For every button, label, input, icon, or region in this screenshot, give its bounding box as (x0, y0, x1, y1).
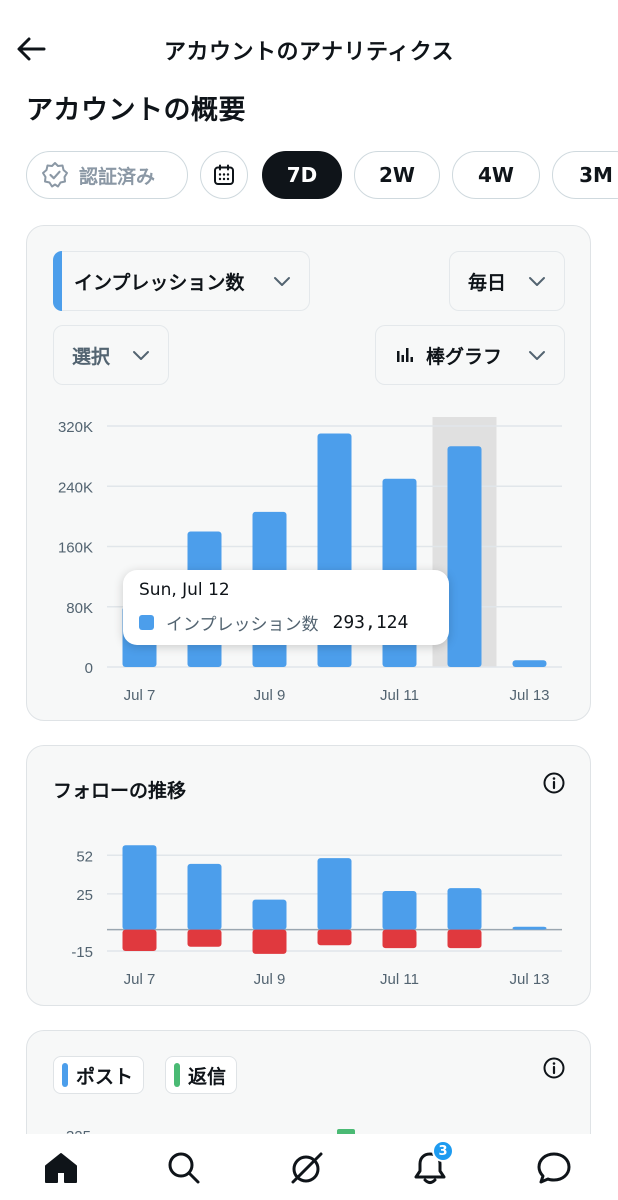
follow-bar (382, 891, 417, 930)
verified-filter-chip[interactable]: 認証済み (26, 151, 188, 199)
notification-badge: 3 (432, 1140, 454, 1162)
tooltip-series-label: インプレッション数 (166, 615, 319, 635)
impressions-bar (447, 446, 482, 667)
tab-messages[interactable] (534, 1148, 574, 1188)
range-filter-row: 認証済み 7D 2W 4W 3M (26, 151, 618, 201)
y-tick-label: 320K (58, 419, 93, 436)
tooltip-date: Sun, Jul 12 (139, 580, 230, 600)
unfollow-bar (187, 929, 222, 947)
unfollow-bar (252, 929, 287, 954)
impressions-card: インプレッション数 毎日 選択 棒グラフ 0 80K 160K 240K 320K Jul… (26, 225, 591, 721)
follow-bar (187, 863, 222, 930)
unfollow-bar (317, 929, 352, 946)
chat-bubble-icon (537, 1152, 571, 1184)
x-tick-label: Jul 7 (124, 687, 156, 704)
follows-card: フォローの推移 -15 25 52 Jul 7 Jul 9 Jul 11 Jul 13 (26, 745, 591, 1006)
verified-filter-label: 認証済み (79, 165, 156, 188)
follow-bar (447, 888, 482, 930)
page-title: アカウントのアナリティクス (163, 40, 455, 65)
x-tick-label: Jul 9 (254, 687, 286, 704)
unfollow-bar (447, 929, 482, 949)
range-2w-button[interactable]: 2W (354, 151, 440, 199)
follow-bar (317, 858, 352, 930)
x-tick-label: Jul 9 (254, 971, 286, 988)
tab-home[interactable] (41, 1148, 81, 1188)
impressions-bar (512, 660, 547, 667)
x-tick-label: Jul 7 (124, 971, 156, 988)
calendar-icon (214, 164, 234, 185)
top-bar: アカウントのアナリティクス (0, 0, 618, 96)
follow-bar (512, 926, 547, 930)
unfollow-bar (382, 929, 417, 949)
y-tick-label: 0 (85, 660, 93, 677)
range-3m-button[interactable]: 3M (552, 151, 618, 199)
x-tick-label: Jul 11 (380, 971, 419, 988)
tab-grok[interactable] (287, 1148, 327, 1188)
follow-bar (122, 845, 157, 930)
y-tick-label: 80K (66, 600, 93, 617)
y-tick-label: -15 (71, 944, 93, 961)
y-tick-label: 52 (76, 848, 93, 865)
follow-bar (252, 899, 287, 930)
x-tick-label: Jul 13 (509, 687, 549, 704)
y-tick-label: 25 (76, 887, 93, 904)
x-tick-label: Jul 11 (380, 687, 419, 704)
y-tick-label: 160K (58, 540, 93, 557)
grok-icon (291, 1152, 323, 1184)
bottom-tab-bar: 3 (0, 1134, 618, 1200)
range-4w-button[interactable]: 4W (452, 151, 540, 199)
unfollow-bar (122, 929, 157, 951)
follows-bar-chart: -15 25 52 Jul 7 Jul 9 Jul 11 Jul 13 (71, 845, 562, 988)
tooltip-value: 293,124 (332, 612, 409, 633)
tab-notifications[interactable]: 3 (410, 1140, 454, 1188)
range-7d-button[interactable]: 7D (262, 151, 342, 199)
chart-tooltip: Sun, Jul 12 インプレッション数 293,124 (123, 570, 449, 645)
tooltip-series-swatch (139, 615, 154, 630)
home-icon (45, 1153, 77, 1183)
x-tick-label: Jul 13 (509, 971, 549, 988)
calendar-button[interactable] (200, 151, 248, 199)
verified-badge-icon (42, 162, 68, 188)
y-tick-label: 240K (58, 479, 93, 496)
tab-search[interactable] (164, 1148, 204, 1188)
search-icon (168, 1152, 200, 1184)
impressions-bar-chart: 0 80K 160K 240K 320K Jul 7 Jul 9 Jul 11 Jul 13 (58, 417, 562, 704)
overview-title: アカウントの概要 (26, 95, 246, 126)
